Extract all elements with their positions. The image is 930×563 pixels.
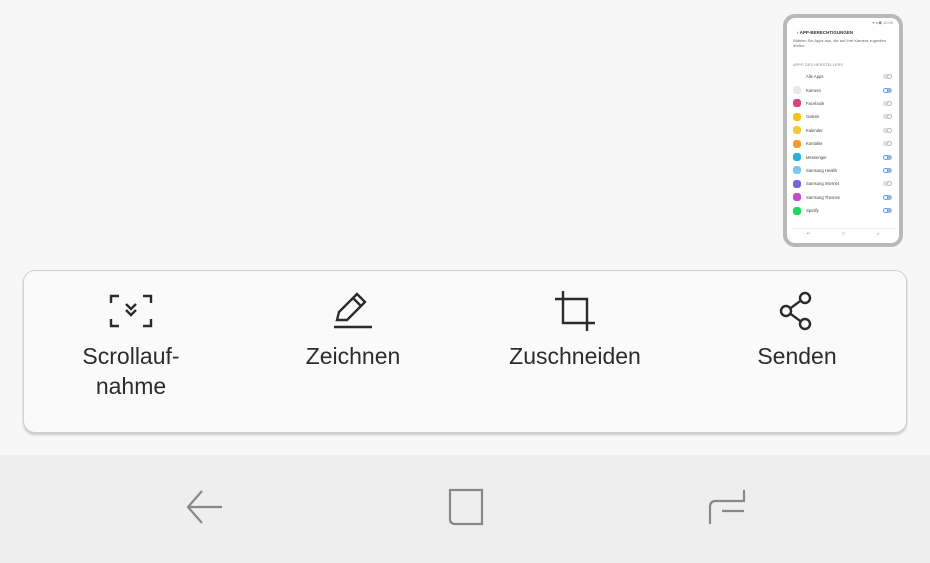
- toggle-switch: [883, 74, 892, 80]
- thumbnail-app-row: Kontakte: [791, 137, 895, 150]
- back-icon: [186, 490, 222, 524]
- thumbnail-app-row: Kalender: [791, 124, 895, 137]
- thumbnail-content: ▾ ◂ ◼ 12:00 ‹ APP-BERECHTIGUNGEN Wählen …: [791, 20, 895, 239]
- crop-button[interactable]: Zuschneiden: [475, 289, 675, 419]
- pen-icon: [327, 289, 379, 333]
- toggle-switch: [883, 141, 892, 147]
- app-icon: [793, 72, 801, 81]
- home-icon: [448, 488, 484, 526]
- thumbnail-section-header: APPS DES HERSTELLERS: [793, 62, 844, 67]
- scroll-capture-label-line1: Scrollauf-: [82, 343, 180, 369]
- thumbnail-nav-recents-icon: ⤶: [876, 231, 880, 237]
- app-label: Spotify: [806, 208, 819, 214]
- share-icon: [771, 289, 823, 333]
- app-label: Samsung Themes: [806, 194, 840, 200]
- toggle-switch: [883, 181, 892, 187]
- thumbnail-status-bar: ▾ ◂ ◼ 12:00: [872, 20, 893, 25]
- thumbnail-description: Wählen Sie Apps aus, die auf Ihre Kamera…: [793, 38, 886, 48]
- recents-button[interactable]: [704, 485, 748, 529]
- thumbnail-title-text: APP-BERECHTIGUNGEN: [799, 30, 854, 35]
- app-icon: [793, 126, 801, 135]
- app-icon: [793, 179, 801, 188]
- share-label: Senden: [757, 343, 837, 369]
- toggle-switch: [883, 154, 892, 160]
- scroll-capture-label: Scrollauf- nahme: [82, 341, 179, 401]
- crop-icon: [549, 289, 601, 333]
- thumbnail-nav-home-icon: □: [842, 231, 846, 237]
- thumbnail-app-row: Spotify: [791, 204, 895, 217]
- thumbnail-app-row: Samsung Themes: [791, 191, 895, 204]
- toggle-switch: [883, 194, 892, 200]
- thumbnail-app-list: Alle Apps Kamera Facebook Galerie Kalender Ko…: [791, 70, 895, 217]
- thumbnail-app-row: Alle Apps: [791, 70, 895, 83]
- app-label: Galerie: [806, 114, 820, 120]
- toggle-switch: [883, 114, 892, 120]
- thumbnail-app-row: Facebook: [791, 97, 895, 110]
- thumbnail-app-row: Samsung Internet: [791, 177, 895, 190]
- app-icon: [793, 193, 801, 202]
- toggle-switch: [883, 208, 892, 214]
- screenshot-actions-panel: Scrollauf- nahme Zeichnen Zuschneiden Se…: [23, 270, 907, 433]
- toggle-switch: [883, 127, 892, 133]
- toggle-switch: [883, 100, 892, 106]
- share-button[interactable]: Senden: [697, 289, 897, 419]
- thumbnail-nav-back-icon: ↵: [806, 231, 811, 237]
- thumbnail-app-row: Kamera: [791, 83, 895, 96]
- app-icon: [793, 153, 801, 162]
- app-icon: [793, 166, 801, 175]
- navigation-bar: [0, 455, 930, 563]
- recents-icon: [708, 490, 746, 524]
- app-label: Kamera: [806, 87, 821, 93]
- thumbnail-title: ‹ APP-BERECHTIGUNGEN: [797, 30, 854, 35]
- app-icon: [793, 112, 801, 121]
- app-label: Samsung Health: [806, 167, 837, 173]
- toggle-switch: [883, 87, 892, 93]
- draw-button[interactable]: Zeichnen: [253, 289, 453, 419]
- app-label: Alle Apps: [806, 74, 824, 80]
- app-label: Kalender: [806, 127, 823, 133]
- crop-label: Zuschneiden: [509, 343, 641, 369]
- back-button[interactable]: [182, 485, 226, 529]
- thumbnail-app-row: Messenger: [791, 150, 895, 163]
- app-icon: [793, 99, 801, 108]
- app-icon: [793, 206, 801, 215]
- scroll-capture-icon: [105, 289, 157, 333]
- app-icon: [793, 86, 801, 95]
- app-label: Messenger: [806, 154, 827, 160]
- app-label: Kontakte: [806, 141, 823, 147]
- app-label: Samsung Internet: [806, 181, 840, 187]
- thumbnail-nav-bar: ↵ □ ⤶: [791, 228, 895, 239]
- thumbnail-app-row: Samsung Health: [791, 164, 895, 177]
- scroll-capture-button[interactable]: Scrollauf- nahme: [31, 289, 231, 419]
- toggle-switch: [883, 167, 892, 173]
- home-button[interactable]: [443, 485, 487, 529]
- app-label: Facebook: [806, 100, 825, 106]
- screenshot-thumbnail[interactable]: ▾ ◂ ◼ 12:00 ‹ APP-BERECHTIGUNGEN Wählen …: [783, 14, 903, 247]
- scroll-capture-label-line2: nahme: [95, 373, 167, 399]
- thumbnail-app-row: Galerie: [791, 110, 895, 123]
- draw-label: Zeichnen: [305, 343, 401, 369]
- app-icon: [793, 139, 801, 148]
